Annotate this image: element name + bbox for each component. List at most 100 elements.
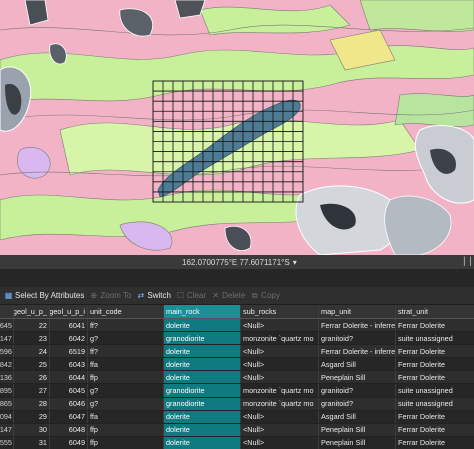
column-header-geol-u-p-i[interactable]: geol_u_p_i [50, 305, 88, 318]
cell-map-unit[interactable]: Ferrar Dolerite - inferred [319, 319, 396, 332]
cell-row-id[interactable]: 842 [0, 358, 14, 371]
switch-button[interactable]: ⇄ Switch [136, 291, 171, 300]
table-row[interactable]: 596 24 6519 ff? dolerite <Null> Ferrar Dolerit… [0, 345, 474, 359]
column-header-strat-unit[interactable]: strat_unit [396, 305, 474, 318]
cell-main-rock[interactable]: granodiorite [164, 397, 241, 410]
cell-geol-u-p-i[interactable]: 6043 [50, 358, 88, 371]
cell-row-id[interactable]: 147 [0, 423, 14, 436]
cell-sub-rocks[interactable]: monzonite `quartz mo [241, 397, 319, 410]
cell-geol-u-p[interactable]: 27 [14, 384, 50, 397]
splitter-icon[interactable]: ▏▏ [464, 257, 474, 267]
cell-map-unit[interactable]: Peneplain Sill [319, 371, 396, 384]
cell-row-id[interactable]: 865 [0, 397, 14, 410]
cell-sub-rocks[interactable]: <Null> [241, 319, 319, 332]
column-header-main-rock[interactable]: main_rock [164, 305, 241, 318]
table-row[interactable]: 555 31 6049 ffp dolerite <Null> Peneplain Sill… [0, 436, 474, 449]
cell-sub-rocks[interactable]: <Null> [241, 371, 319, 384]
column-header-geol-u-p[interactable]: geol_u_p_ [14, 305, 50, 318]
cell-unit-code[interactable]: ffp [88, 371, 164, 384]
table-row[interactable]: 865 28 6046 g? granodiorite monzonite `quartz… [0, 397, 474, 411]
cell-unit-code[interactable]: g? [88, 332, 164, 345]
cell-geol-u-p[interactable]: 26 [14, 371, 50, 384]
column-header-rowid[interactable] [0, 305, 14, 318]
cell-strat-unit[interactable]: Ferrar Dolerite [396, 371, 474, 383]
cell-sub-rocks[interactable]: <Null> [241, 345, 319, 358]
cell-strat-unit[interactable]: suite unassigned [396, 398, 474, 410]
cell-main-rock[interactable]: dolerite [164, 436, 241, 449]
cell-geol-u-p-i[interactable]: 6044 [50, 371, 88, 384]
cell-unit-code[interactable]: ff? [88, 345, 164, 358]
cell-geol-u-p[interactable]: 28 [14, 397, 50, 410]
cell-unit-code[interactable]: ffp [88, 423, 164, 436]
cell-geol-u-p[interactable]: 29 [14, 410, 50, 423]
table-row[interactable]: 136 26 6044 ffp dolerite <Null> Peneplain Sill… [0, 371, 474, 385]
cell-geol-u-p[interactable]: 31 [14, 436, 50, 449]
cell-strat-unit[interactable]: Ferrar Dolerite [396, 345, 474, 357]
cell-row-id[interactable]: 596 [0, 345, 14, 358]
table-row[interactable]: 842 25 6043 ffa dolerite <Null> Asgard Sill Fer… [0, 358, 474, 372]
table-row[interactable]: 147 23 6042 g? granodiorite monzonite `quartz… [0, 332, 474, 346]
zoom-to-button[interactable]: ⊕ Zoom To [89, 291, 132, 300]
cell-row-id[interactable]: 555 [0, 436, 14, 449]
cell-geol-u-p-i[interactable]: 6041 [50, 319, 88, 332]
cell-map-unit[interactable]: granitoid? [319, 397, 396, 410]
cell-map-unit[interactable]: Peneplain Sill [319, 436, 396, 449]
cell-map-unit[interactable]: Asgard Sill [319, 358, 396, 371]
cell-map-unit[interactable]: Asgard Sill [319, 410, 396, 423]
cell-strat-unit[interactable]: Ferrar Dolerite [396, 319, 474, 331]
table-row[interactable]: 147 30 6048 ffp dolerite <Null> Peneplain Sill… [0, 423, 474, 437]
cell-geol-u-p-i[interactable]: 6046 [50, 397, 88, 410]
cell-geol-u-p[interactable]: 30 [14, 423, 50, 436]
cell-strat-unit[interactable]: Ferrar Dolerite [396, 424, 474, 436]
cell-geol-u-p-i[interactable]: 6519 [50, 345, 88, 358]
cell-main-rock[interactable]: dolerite [164, 423, 241, 436]
cell-row-id[interactable]: 136 [0, 371, 14, 384]
cell-map-unit[interactable]: Peneplain Sill [319, 423, 396, 436]
column-header-map-unit[interactable]: map_unit [319, 305, 396, 318]
cell-sub-rocks[interactable]: monzonite `quartz mo [241, 384, 319, 397]
cell-strat-unit[interactable]: Ferrar Dolerite [396, 411, 474, 423]
delete-button[interactable]: ✕ Delete [211, 291, 245, 300]
chevron-down-icon[interactable]: ▾ [293, 258, 297, 267]
cell-geol-u-p[interactable]: 22 [14, 319, 50, 332]
cell-sub-rocks[interactable]: <Null> [241, 358, 319, 371]
cell-unit-code[interactable]: ffa [88, 358, 164, 371]
cell-geol-u-p[interactable]: 23 [14, 332, 50, 345]
cell-unit-code[interactable]: g? [88, 397, 164, 410]
cell-row-id[interactable]: 645 [0, 319, 14, 332]
cell-row-id[interactable]: 094 [0, 410, 14, 423]
cell-unit-code[interactable]: g? [88, 384, 164, 397]
cell-strat-unit[interactable]: suite unassigned [396, 384, 474, 396]
cell-unit-code[interactable]: ffa [88, 410, 164, 423]
clear-button[interactable]: ☐ Clear [176, 291, 206, 300]
cell-sub-rocks[interactable]: <Null> [241, 436, 319, 449]
column-header-sub-rocks[interactable]: sub_rocks [241, 305, 319, 318]
cell-sub-rocks[interactable]: monzonite `quartz mo [241, 332, 319, 345]
cell-unit-code[interactable]: ff? [88, 319, 164, 332]
cell-main-rock[interactable]: granodiorite [164, 384, 241, 397]
cell-main-rock[interactable]: dolerite [164, 371, 241, 384]
cell-strat-unit[interactable]: suite unassigned [396, 332, 474, 344]
cell-map-unit[interactable]: granitoid? [319, 384, 396, 397]
table-row[interactable]: 094 29 6047 ffa dolerite <Null> Asgard Sill Fer… [0, 410, 474, 424]
cell-geol-u-p[interactable]: 24 [14, 345, 50, 358]
cell-row-id[interactable]: 895 [0, 384, 14, 397]
table-row[interactable]: 645 22 6041 ff? dolerite <Null> Ferrar Dolerit… [0, 319, 474, 333]
cell-geol-u-p[interactable]: 25 [14, 358, 50, 371]
cell-main-rock[interactable]: dolerite [164, 319, 241, 332]
cell-strat-unit[interactable]: Ferrar Dolerite [396, 437, 474, 449]
cell-map-unit[interactable]: Ferrar Dolerite - inferred [319, 345, 396, 358]
cell-geol-u-p-i[interactable]: 6042 [50, 332, 88, 345]
cell-geol-u-p-i[interactable]: 6049 [50, 436, 88, 449]
cell-geol-u-p-i[interactable]: 6048 [50, 423, 88, 436]
map-view[interactable] [0, 0, 474, 255]
cell-sub-rocks[interactable]: <Null> [241, 410, 319, 423]
cell-main-rock[interactable]: dolerite [164, 410, 241, 423]
cell-unit-code[interactable]: ffp [88, 436, 164, 449]
cell-main-rock[interactable]: dolerite [164, 358, 241, 371]
cell-main-rock[interactable]: dolerite [164, 345, 241, 358]
cell-strat-unit[interactable]: Ferrar Dolerite [396, 358, 474, 370]
table-row[interactable]: 895 27 6045 g? granodiorite monzonite `quartz… [0, 384, 474, 398]
copy-button[interactable]: ⧉ Copy [250, 291, 280, 300]
cell-geol-u-p-i[interactable]: 6045 [50, 384, 88, 397]
